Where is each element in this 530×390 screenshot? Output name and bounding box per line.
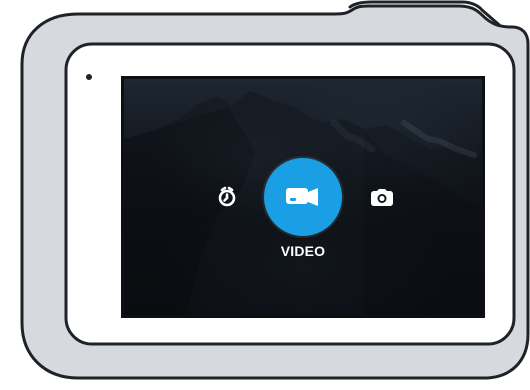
photo-mode[interactable] [371, 188, 393, 206]
video-camera-icon [286, 188, 318, 206]
photo-camera-icon [371, 189, 393, 206]
timelapse-mode[interactable] [216, 186, 238, 208]
timelapse-icon [218, 186, 236, 207]
status-light [86, 74, 92, 80]
device-canvas: VIDEO [0, 0, 530, 385]
mode-label: VIDEO [280, 243, 326, 259]
video-mode-button[interactable] [264, 158, 342, 236]
